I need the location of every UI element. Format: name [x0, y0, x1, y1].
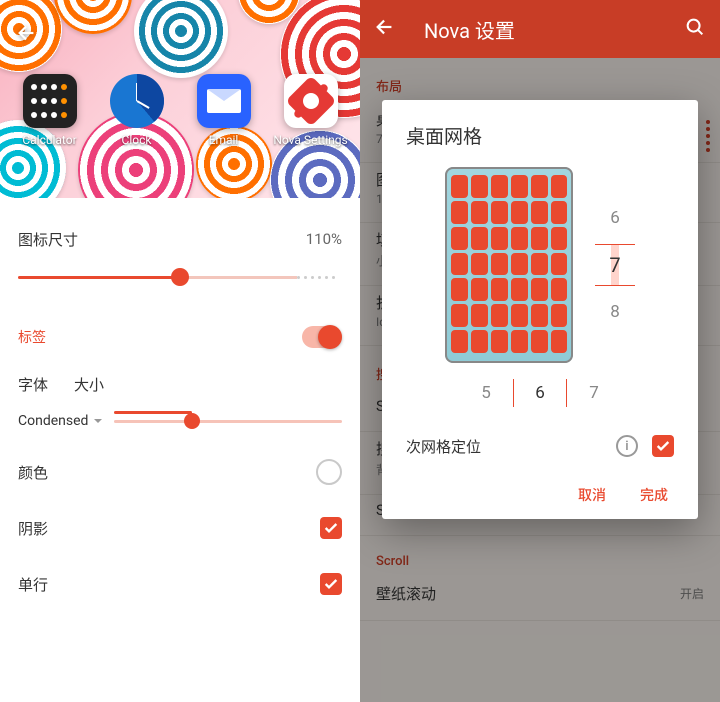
search-icon[interactable]: [684, 16, 706, 42]
font-dropdown[interactable]: Condensed: [18, 413, 104, 429]
size-label: 大小: [74, 374, 104, 395]
clock-icon: [110, 74, 164, 128]
picker-option[interactable]: 7: [567, 379, 621, 407]
shadow-label: 阴影: [18, 518, 48, 539]
color-swatch[interactable]: [316, 459, 342, 485]
app-label: Email: [209, 134, 239, 147]
shadow-checkbox[interactable]: [320, 517, 342, 539]
app-clock[interactable]: Clock: [97, 74, 177, 147]
picker-option[interactable]: 5: [459, 379, 513, 407]
picker-option[interactable]: 6: [610, 208, 620, 228]
app-label: Nova Settings: [273, 134, 347, 147]
rows-picker[interactable]: 6 7 8: [595, 208, 634, 322]
picker-option[interactable]: 8: [610, 302, 620, 322]
info-icon[interactable]: i: [616, 435, 638, 457]
email-icon: [197, 74, 251, 128]
chevron-down-icon: [92, 415, 104, 427]
app-bar: Nova 设置: [360, 0, 720, 58]
subgrid-checkbox[interactable]: [652, 435, 674, 457]
grid-preview: [445, 167, 573, 363]
dialog-title: 桌面网格: [406, 122, 674, 149]
desktop-grid-dialog: 桌面网格 6 7 8 5 6 7 次网格定位 i: [382, 100, 698, 519]
calculator-icon: [23, 74, 77, 128]
app-label: Clock: [122, 134, 152, 147]
app-email[interactable]: Email: [184, 74, 264, 147]
icon-size-value: 110%: [306, 230, 342, 248]
labels-toggle[interactable]: [302, 326, 342, 348]
app-calculator[interactable]: Calculator: [10, 74, 90, 147]
picker-selected[interactable]: 6: [513, 379, 567, 407]
nova-settings-icon: [284, 74, 338, 128]
single-line-checkbox[interactable]: [320, 573, 342, 595]
back-arrow-icon[interactable]: [16, 22, 38, 48]
app-label: Calculator: [22, 134, 76, 147]
cols-picker[interactable]: 5 6 7: [406, 379, 674, 407]
back-arrow-icon[interactable]: [374, 16, 396, 42]
subgrid-label: 次网格定位: [406, 436, 481, 457]
single-line-label: 单行: [18, 574, 48, 595]
wallpaper-preview: Calculator Clock Email Nova Settings: [0, 0, 360, 198]
color-label: 颜色: [18, 462, 48, 483]
done-button[interactable]: 完成: [640, 485, 668, 505]
font-size-slider[interactable]: [114, 411, 342, 431]
icon-size-slider[interactable]: [18, 262, 342, 292]
font-dropdown-value: Condensed: [18, 413, 88, 429]
cancel-button[interactable]: 取消: [578, 485, 606, 505]
app-nova-settings[interactable]: Nova Settings: [271, 74, 351, 147]
labels-section-title: 标签: [18, 327, 46, 347]
page-title: Nova 设置: [424, 15, 515, 44]
font-label: 字体: [18, 374, 48, 395]
icon-size-label: 图标尺寸: [18, 229, 78, 250]
picker-selected[interactable]: 7: [595, 244, 634, 286]
